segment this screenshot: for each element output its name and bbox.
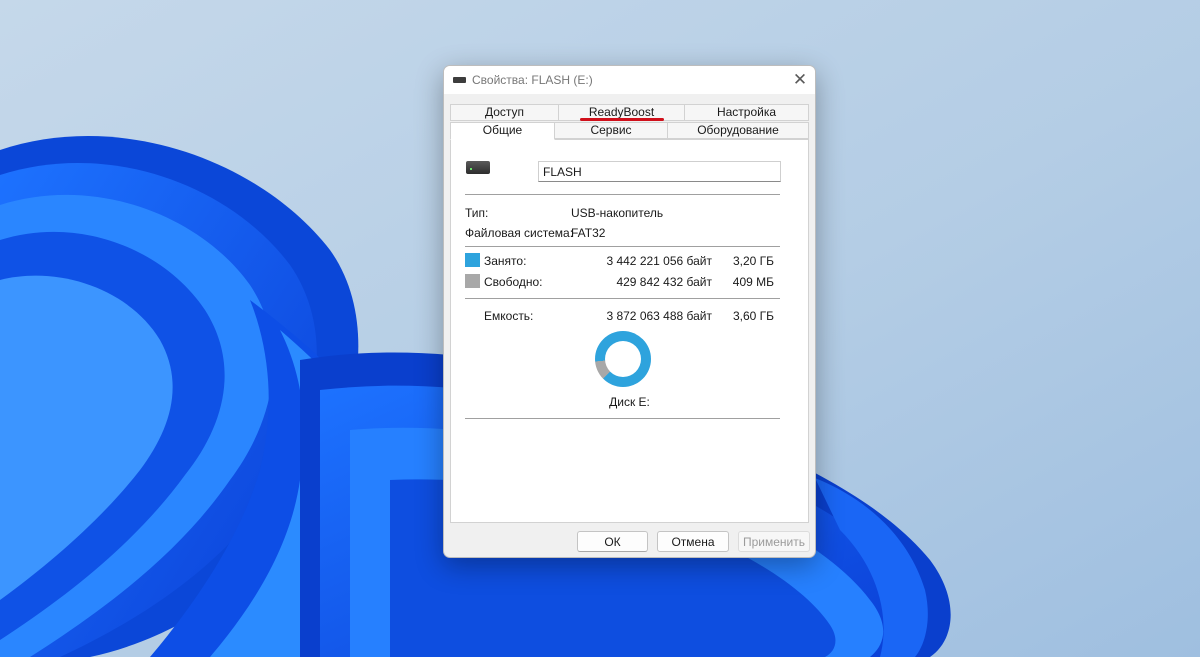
used-space-swatch [465,253,480,267]
cancel-button[interactable]: Отмена [657,531,729,552]
drive-name-input[interactable] [538,161,781,182]
used-label: Занято: [484,254,527,268]
ok-button[interactable]: ОК [577,531,648,552]
general-tab-panel: Тип: USB-накопитель Файловая система: FA… [450,139,809,523]
tab-hardware[interactable]: Оборудование [667,122,809,139]
usb-drive-icon [466,161,490,174]
capacity-size: 3,60 ГБ [732,309,774,323]
tab-tools[interactable]: Сервис [554,122,668,139]
readyboost-highlight-underline [580,118,664,121]
separator [465,418,780,419]
separator [465,194,780,195]
apply-button[interactable]: Применить [738,531,810,552]
free-space-swatch [465,274,480,288]
close-icon[interactable]: ✕ [785,66,815,94]
free-size: 409 МБ [732,275,774,289]
free-label: Свободно: [484,275,543,289]
tab-access[interactable]: Доступ [450,104,559,121]
window-title: Свойства: FLASH (E:) [472,73,593,87]
type-value: USB-накопитель [571,206,664,220]
separator [465,298,780,299]
type-label: Тип: [465,206,489,220]
used-size: 3,20 ГБ [732,254,774,268]
filesystem-label: Файловая система: [465,226,574,240]
tab-customize[interactable]: Настройка [684,104,809,121]
capacity-label: Емкость: [484,309,534,323]
tab-strip: Доступ ReadyBoost Настройка Общие Сервис… [450,104,809,140]
disk-label: Диск E: [609,395,650,409]
drive-icon [453,77,466,83]
free-bytes: 429 842 432 байт [616,275,712,289]
title-bar: Свойства: FLASH (E:) ✕ [444,66,815,94]
properties-dialog: Свойства: FLASH (E:) ✕ Доступ ReadyBoost… [443,65,816,558]
donut-hole [605,341,641,377]
capacity-bytes: 3 872 063 488 байт [606,309,712,323]
separator [465,246,780,247]
filesystem-value: FAT32 [571,226,606,240]
used-bytes: 3 442 221 056 байт [606,254,712,268]
disk-usage-donut [595,331,651,387]
tab-general[interactable]: Общие [450,122,555,140]
